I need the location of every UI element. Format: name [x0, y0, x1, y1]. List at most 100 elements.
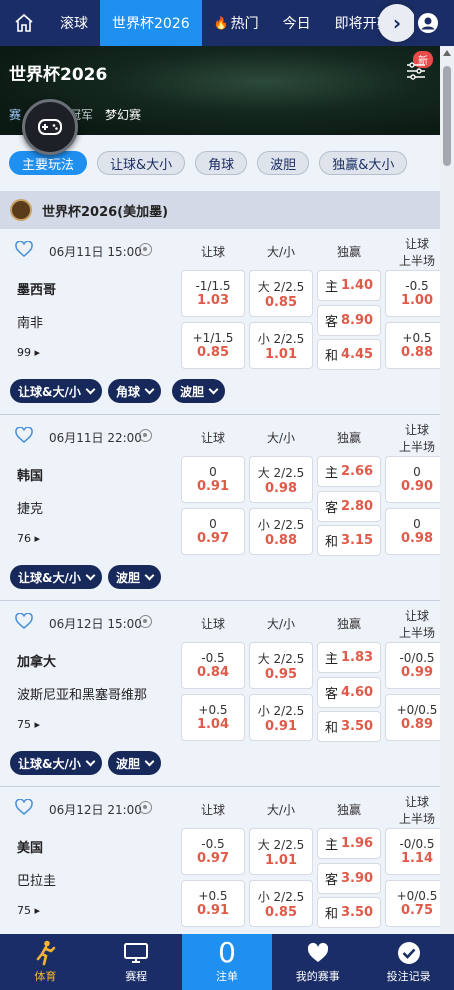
odds-cell-handicap-home[interactable]: 0 0.91	[181, 456, 245, 503]
moneyline-odds: 1.96	[340, 836, 374, 851]
home-team: 墨西哥	[17, 283, 57, 298]
home-button[interactable]	[0, 0, 48, 46]
handicap-odds: 0.91	[196, 903, 230, 918]
ou-odds: 1.01	[264, 852, 298, 868]
odds-cell-moneyline-draw[interactable]: 和 4.45	[317, 339, 381, 370]
odds-cell-over[interactable]: 大 2/2.5 1.01	[249, 828, 313, 875]
market-pill-correct-score[interactable]: 波胆	[108, 565, 162, 589]
half-line: -0/0.5	[399, 651, 435, 665]
favorite-heart-icon[interactable]	[15, 241, 33, 257]
half-line: -0/0.5	[399, 837, 435, 851]
pill-label: 让球&大/小	[18, 570, 81, 585]
tab-live[interactable]: 滚球	[48, 0, 100, 46]
odds-cell-moneyline-home[interactable]: 主 1.83	[317, 642, 381, 673]
odds-cell-handicap-away[interactable]: +0.5 0.91	[181, 880, 245, 927]
handicap-odds: 1.04	[196, 717, 230, 732]
odds-cell-moneyline-draw[interactable]: 和 3.15	[317, 525, 381, 556]
pill-label: 波胆	[180, 384, 205, 399]
heart-icon	[307, 942, 328, 962]
market-pill-correct-score[interactable]: 波胆	[172, 379, 226, 403]
banner-tab-fantasy[interactable]: 梦幻赛	[105, 106, 141, 123]
odds-cell-moneyline-away[interactable]: 客 8.90	[317, 305, 381, 336]
home-team: 韩国	[17, 469, 44, 484]
odds-cell-under[interactable]: 小 2/2.5 1.01	[249, 322, 313, 369]
market-pill-correct-score[interactable]: 波胆	[108, 751, 162, 775]
tabs-scroll-right-button[interactable]: ›	[378, 4, 416, 42]
favorite-heart-icon[interactable]	[15, 799, 33, 815]
odds-cell-handicap-away[interactable]: +1/1.5 0.85	[181, 322, 245, 369]
more-markets-link[interactable]: 75 ▸	[17, 718, 40, 731]
odds-cell-handicap-home[interactable]: -1/1.5 1.03	[181, 270, 245, 317]
live-status-icon	[139, 801, 152, 814]
nav-bet-records[interactable]: 投注记录	[363, 934, 454, 990]
odds-cell-under[interactable]: 小 2/2.5 0.85	[249, 880, 313, 927]
chevron-down-icon	[85, 756, 96, 766]
tab-label: 滚球	[60, 16, 88, 32]
scroll-up-arrow-icon[interactable]	[443, 50, 451, 56]
scrollbar-thumb[interactable]	[443, 66, 451, 166]
odds-cell-moneyline-draw[interactable]: 和 3.50	[317, 711, 381, 742]
banner-tab-matches[interactable]: 赛	[9, 106, 21, 123]
odds-cell-moneyline-home[interactable]: 主 2.66	[317, 456, 381, 487]
home-icon	[15, 13, 33, 32]
more-markets-link[interactable]: 75 ▸	[17, 904, 40, 917]
odds-cell-moneyline-away[interactable]: 客 4.60	[317, 677, 381, 708]
odds-cell-handicap-away[interactable]: +0.5 1.04	[181, 694, 245, 741]
odds-cell-moneyline-draw[interactable]: 和 3.50	[317, 897, 381, 928]
favorite-heart-icon[interactable]	[15, 427, 33, 443]
moneyline-odds: 2.80	[340, 499, 374, 514]
handicap-odds: 0.97	[196, 851, 230, 866]
tab-worldcup[interactable]: 世界杯2026	[100, 0, 202, 46]
page-scrollbar[interactable]	[440, 46, 454, 934]
odds-cell-over[interactable]: 大 2/2.5 0.85	[249, 270, 313, 317]
live-status-icon	[139, 615, 152, 628]
moneyline-key: 和	[324, 535, 338, 550]
nav-bet-slip[interactable]: 0 注单	[181, 934, 273, 990]
market-pill-handicap-ou[interactable]: 让球&大/小	[10, 565, 102, 589]
half-line: +0.5	[402, 331, 432, 345]
moneyline-key: 客	[324, 687, 338, 702]
nav-schedule[interactable]: 赛程	[91, 934, 182, 990]
market-pill-handicap-ou[interactable]: 让球&大/小	[10, 379, 102, 403]
odds-cell-over[interactable]: 大 2/2.5 0.98	[249, 456, 313, 503]
game-controller-button[interactable]	[22, 99, 78, 155]
odds-cell-under[interactable]: 小 2/2.5 0.91	[249, 694, 313, 741]
odds-cell-over[interactable]: 大 2/2.5 0.95	[249, 642, 313, 689]
odds-cell-moneyline-away[interactable]: 客 2.80	[317, 491, 381, 522]
more-markets-link[interactable]: 99 ▸	[17, 346, 40, 359]
gamepad-icon	[38, 119, 62, 135]
odds-cell-handicap-home[interactable]: -0.5 0.84	[181, 642, 245, 689]
settings-sliders-icon[interactable]	[405, 60, 427, 80]
half-line: 0	[413, 465, 421, 479]
ou-odds: 0.98	[264, 480, 298, 496]
odds-cell-moneyline-home[interactable]: 主 1.96	[317, 828, 381, 859]
filter-handicap-ou[interactable]: 让球&大小	[97, 151, 186, 175]
filter-correct-score[interactable]: 波胆	[257, 151, 310, 175]
more-markets-link[interactable]: 76 ▸	[17, 532, 40, 545]
filter-moneyline-ou[interactable]: 独赢&大小	[319, 151, 408, 175]
favorite-heart-icon[interactable]	[15, 613, 33, 629]
checkmark-circle-icon	[397, 942, 420, 964]
odds-cell-moneyline-home[interactable]: 主 1.40	[317, 270, 381, 301]
live-status-icon	[139, 429, 152, 442]
bet-slip-count: 0	[218, 936, 236, 969]
tab-today[interactable]: 今日	[271, 0, 323, 46]
odds-cell-handicap-home[interactable]: -0.5 0.97	[181, 828, 245, 875]
league-header[interactable]: 世界杯2026(美加墨)	[0, 191, 440, 229]
filter-corners[interactable]: 角球	[195, 151, 248, 175]
pill-label: 角球	[116, 384, 141, 399]
nav-my-events[interactable]: 我的赛事	[272, 934, 363, 990]
market-pill-corners[interactable]: 角球	[108, 379, 162, 403]
moneyline-odds: 3.90	[340, 871, 374, 886]
odds-cell-moneyline-away[interactable]: 客 3.90	[317, 863, 381, 894]
handicap-line: +0.5	[198, 889, 228, 903]
header-moneyline: 独赢	[336, 617, 361, 631]
moneyline-key: 客	[324, 501, 338, 516]
header-handicap: 让球	[200, 803, 225, 817]
market-pill-handicap-ou[interactable]: 让球&大/小	[10, 751, 102, 775]
user-profile-button[interactable]	[414, 8, 442, 38]
odds-cell-under[interactable]: 小 2/2.5 0.88	[249, 508, 313, 555]
tab-hot[interactable]: 🔥 热门	[202, 0, 271, 46]
nav-sports[interactable]: 体育	[0, 934, 91, 990]
odds-cell-handicap-away[interactable]: 0 0.97	[181, 508, 245, 555]
